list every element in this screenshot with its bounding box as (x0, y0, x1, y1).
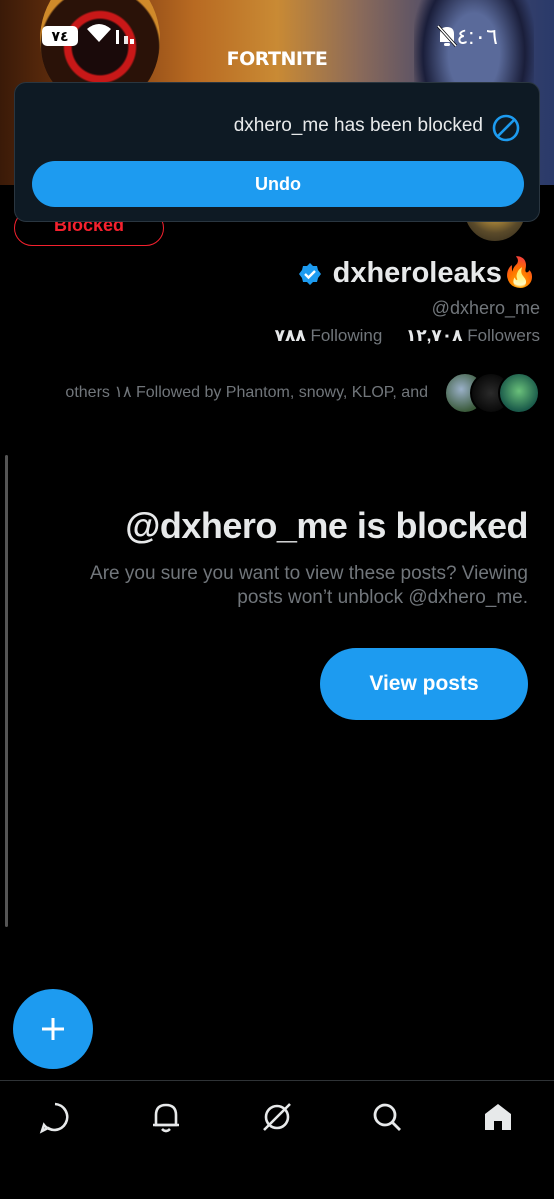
notifications-icon[interactable] (146, 1097, 186, 1137)
compose-button[interactable] (13, 989, 93, 1069)
following-label: Following (310, 326, 383, 345)
blocked-title: @dxhero_me is blocked (125, 505, 528, 546)
view-posts-button[interactable]: View posts (320, 648, 528, 720)
profile-stats: ٧٨٨ Following ١٢,٧٠٨ Followers (275, 326, 540, 346)
scrollbar[interactable] (5, 455, 8, 927)
grok-icon[interactable] (257, 1097, 297, 1137)
battery-icon: ٧٤ (42, 26, 78, 46)
following-link[interactable]: ٧٨٨ Following (275, 326, 383, 345)
mute-bell-icon (436, 24, 458, 48)
profile-display-name: dxheroleaks🔥 (332, 257, 538, 289)
blocked-toast: dxhero_me has been blocked Undo (14, 82, 540, 222)
followers-link[interactable]: ١٢,٧٠٨ Followers (406, 326, 540, 345)
plus-icon (42, 1018, 64, 1040)
block-icon (492, 114, 520, 142)
messages-icon[interactable] (35, 1097, 75, 1137)
followers-label: Followers (467, 326, 540, 345)
status-time: ٤:٠٦ (456, 24, 498, 49)
signal-icon (116, 30, 134, 44)
profile-handle: @dxhero_me (431, 298, 540, 318)
followers-count: ١٢,٧٠٨ (405, 326, 463, 345)
verified-badge-icon (299, 263, 321, 285)
follower-avatar (498, 372, 540, 414)
home-icon[interactable] (478, 1097, 518, 1137)
followed-by-avatars[interactable] (444, 372, 540, 414)
search-icon[interactable] (367, 1097, 407, 1137)
undo-button[interactable]: Undo (32, 161, 524, 207)
following-count: ٧٨٨ (274, 326, 306, 345)
status-bar: ٧٤ ٤:٠٦ (0, 0, 554, 72)
bottom-nav (0, 1080, 554, 1152)
blocked-description: Are you sure you want to view these post… (90, 563, 528, 608)
system-nav-area (0, 1152, 554, 1199)
wifi-icon (87, 24, 111, 42)
toast-message: dxhero_me has been blocked (233, 115, 483, 136)
followed-by-text[interactable]: others ١٨ Followed by Phantom, snowy, KL… (65, 382, 428, 402)
